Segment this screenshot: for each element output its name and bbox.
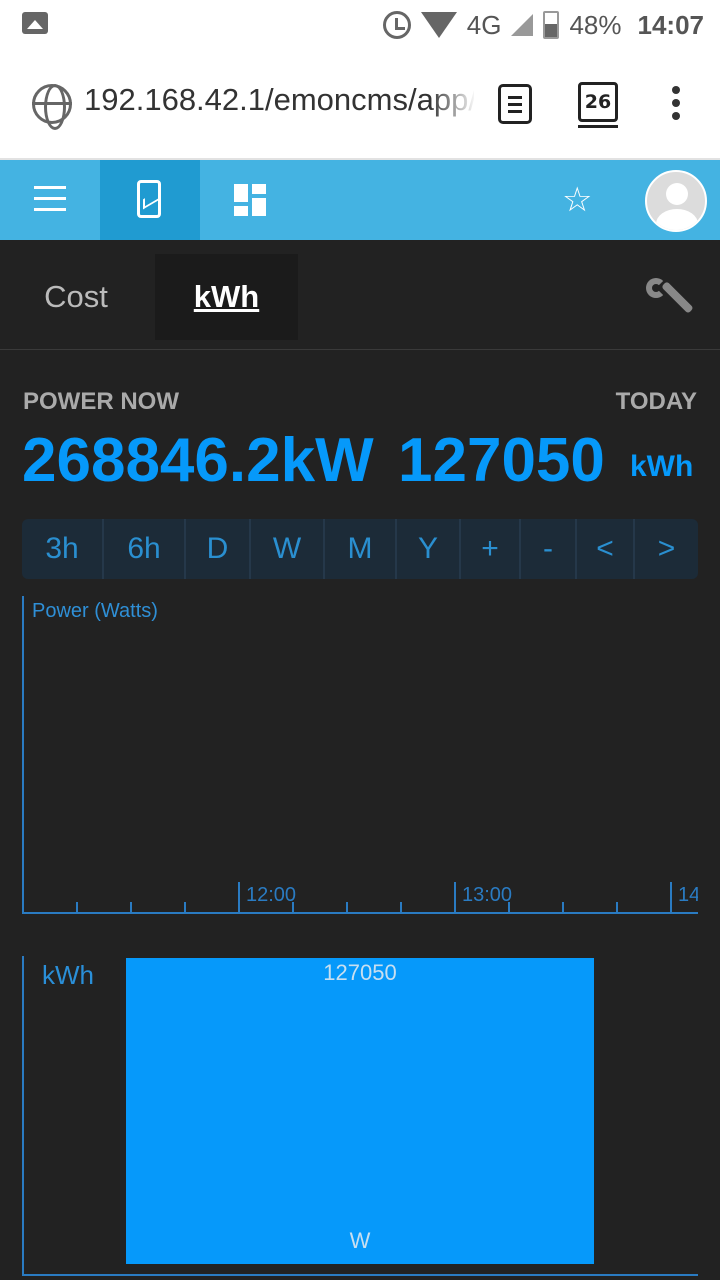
power-y-axis [22,596,24,914]
kwh-bar-category-label: W [349,1228,371,1253]
time-range-selector: 3h 6h D W M Y + - < > [22,519,698,579]
favorite-star-icon[interactable]: ☆ [562,180,592,220]
globe-icon[interactable] [32,84,72,130]
tab-switcher-button[interactable]: 26 [578,82,618,128]
x-tick-label: 13:00 [462,884,513,906]
app-view-button[interactable] [100,160,200,240]
clock: 14:07 [637,9,705,40]
minor-tick [616,902,618,912]
range-button-1[interactable]: 6h [104,519,186,579]
major-tick [454,882,456,912]
range-button-3[interactable]: W [251,519,325,579]
kwh-bar-chart[interactable]: kWh 127050 W [22,956,698,1278]
today-value: 127050 [398,426,605,495]
power-now-label: POWER NOW [23,388,179,415]
url-bar[interactable]: 192.168.42.1/emoncms/app/view [84,82,474,128]
tab-cost[interactable]: Cost [16,254,136,340]
power-chart[interactable]: 12:00 13:00 14:00 Power (Watts) [22,596,698,916]
kwh-y-axis [22,956,24,1276]
mobile-chart-icon [137,180,161,218]
today-label: TODAY [615,388,697,415]
url-fade [430,80,476,130]
alarm-icon [382,11,411,39]
tab-bar: Cost kWh [0,240,720,350]
power-now-value: 268846.2kW [22,426,374,495]
wifi-icon [420,12,457,38]
user-avatar[interactable] [645,170,707,232]
signal-icon [511,14,534,36]
minor-tick [346,902,348,912]
range-button-6[interactable]: + [461,519,521,579]
minor-tick [130,902,132,912]
kwh-axis-label: kWh [42,960,94,990]
app-header [0,160,720,240]
power-chart-title: Power (Watts) [32,600,158,622]
settings-wrench-icon[interactable] [644,278,694,318]
browser-menu-icon[interactable] [672,86,682,126]
minor-tick [184,902,186,912]
minor-tick [76,902,78,912]
status-icons: 4G 48% 14:07 [382,8,705,42]
range-button-8[interactable]: < [577,519,635,579]
reader-mode-icon[interactable] [498,84,532,124]
range-button-7[interactable]: - [521,519,577,579]
network-type: 4G [466,9,502,40]
battery-icon [543,11,560,39]
dashboard-icon[interactable] [234,184,266,216]
minor-tick [400,902,402,912]
range-button-2[interactable]: D [186,519,251,579]
range-button-9[interactable]: > [635,519,698,579]
range-button-0[interactable]: 3h [22,519,104,579]
range-button-5[interactable]: Y [397,519,461,579]
hamburger-menu-icon[interactable] [34,186,66,212]
major-tick [670,882,672,912]
browser-toolbar: 192.168.42.1/emoncms/app/view 26 [0,50,720,160]
tab-kwh[interactable]: kWh [155,254,298,340]
status-bar: 4G 48% 14:07 [0,0,720,50]
x-tick-label: 14:00 [678,884,698,906]
image-notification-icon [22,12,48,34]
minor-tick [562,902,564,912]
kwh-x-axis [22,1274,698,1276]
battery-percent: 48% [569,9,622,40]
today-unit: kWh [630,450,694,483]
range-button-4[interactable]: M [325,519,397,579]
power-x-axis [22,912,698,914]
x-tick-label: 12:00 [246,884,297,906]
kwh-bar-value-label: 127050 [323,960,397,985]
kwh-bar[interactable] [126,958,594,1264]
major-tick [238,882,240,912]
